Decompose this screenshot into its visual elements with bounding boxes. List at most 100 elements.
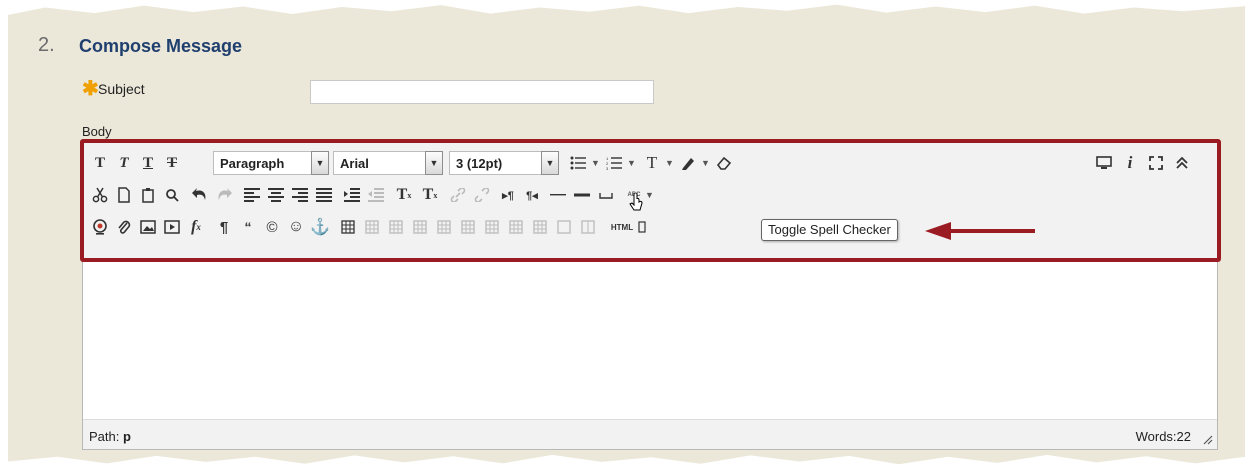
subject-input[interactable] — [310, 80, 654, 104]
justify-icon — [316, 188, 332, 202]
indent-button[interactable] — [341, 183, 363, 207]
mouse-cursor-icon — [629, 193, 643, 211]
align-center-button[interactable] — [265, 183, 287, 207]
collapse-toolbar-button[interactable] — [1171, 151, 1193, 175]
horizontal-rule-button[interactable] — [547, 183, 569, 207]
italic-button[interactable]: T — [113, 151, 135, 175]
css-button[interactable] — [637, 215, 647, 239]
chevron-down-icon: ▼ — [425, 151, 443, 175]
justify-button[interactable] — [313, 183, 335, 207]
required-star-icon: ✱ — [82, 78, 99, 100]
size-select-value: 3 (12pt) — [456, 155, 503, 171]
table-icon — [437, 220, 451, 234]
table-cell-props-button[interactable] — [385, 215, 407, 239]
section-title: Compose Message — [79, 36, 243, 56]
font-select-value: Arial — [340, 155, 369, 171]
paste-button[interactable] — [137, 183, 159, 207]
monitor-icon — [1096, 156, 1112, 169]
section-number: 2. — [38, 34, 55, 56]
insert-row-after-button[interactable] — [433, 215, 455, 239]
highlight-color-button[interactable] — [677, 151, 699, 175]
double-chevron-up-icon — [1176, 156, 1188, 169]
attach-file-button[interactable] — [113, 215, 135, 239]
image-icon — [140, 220, 156, 234]
numbered-list-caret-icon[interactable]: ▼ — [627, 158, 636, 168]
bullet-list-button[interactable] — [567, 151, 589, 175]
toolbar-row-3: fx ¶ “ © ☺ ⚓ HTML — [83, 213, 1217, 243]
table-icon — [389, 220, 403, 234]
indent-icon — [344, 188, 360, 202]
align-center-icon — [268, 188, 284, 202]
highlight-caret-icon[interactable]: ▼ — [701, 158, 710, 168]
text-color-caret-icon[interactable]: ▼ — [665, 158, 674, 168]
delete-col-button[interactable] — [529, 215, 551, 239]
delete-row-button[interactable] — [457, 215, 479, 239]
paragraph-select[interactable]: Paragraph ▼ — [213, 151, 329, 175]
redo-icon — [218, 188, 232, 200]
cell-icon — [581, 220, 595, 234]
info-icon[interactable]: i — [1119, 151, 1141, 175]
table-row-props-button[interactable] — [361, 215, 383, 239]
strikethrough-button[interactable]: T — [161, 151, 183, 175]
copy-icon — [118, 187, 130, 203]
insert-col-before-button[interactable] — [481, 215, 503, 239]
font-size-select[interactable]: 3 (12pt) ▼ — [449, 151, 559, 175]
superscript-button[interactable]: Tx — [393, 183, 415, 207]
path-indicator: Path: p — [89, 429, 131, 444]
webcam-icon — [93, 219, 107, 235]
text-color-button[interactable]: T — [641, 151, 663, 175]
insert-row-before-button[interactable] — [409, 215, 431, 239]
show-blocks-button[interactable]: ¶ — [213, 215, 235, 239]
undo-button[interactable] — [189, 183, 211, 207]
anchor-button[interactable]: ⚓ — [309, 215, 331, 239]
align-right-button[interactable] — [289, 183, 311, 207]
emoticon-button[interactable]: ☺ — [285, 215, 307, 239]
cut-button[interactable] — [89, 183, 111, 207]
cell-icon — [557, 220, 571, 234]
redo-button[interactable] — [213, 183, 235, 207]
insert-col-after-button[interactable] — [505, 215, 527, 239]
clear-formatting-button[interactable] — [713, 151, 735, 175]
bullet-list-caret-icon[interactable]: ▼ — [591, 158, 600, 168]
insert-table-button[interactable] — [337, 215, 359, 239]
nonbreaking-space-button[interactable] — [595, 183, 617, 207]
path-label: Path: — [89, 429, 120, 444]
path-value[interactable]: p — [123, 429, 131, 444]
math-equation-button[interactable]: fx — [185, 215, 207, 239]
blockquote-button[interactable]: “ — [237, 215, 259, 239]
svg-text:3: 3 — [606, 166, 609, 170]
html-source-button[interactable]: HTML — [607, 215, 637, 239]
split-cells-button[interactable] — [553, 215, 575, 239]
bold-button[interactable]: T — [89, 151, 111, 175]
fullscreen-button[interactable] — [1145, 151, 1167, 175]
outdent-button[interactable] — [365, 183, 387, 207]
ltr-button[interactable]: ▸¶ — [497, 183, 519, 207]
bullet-list-icon — [570, 156, 586, 170]
code-icon — [638, 221, 646, 233]
numbered-list-icon: 123 — [606, 156, 622, 170]
rtl-button[interactable]: ¶◂ — [521, 183, 543, 207]
preview-button[interactable] — [1093, 151, 1115, 175]
mashup-button[interactable] — [89, 215, 111, 239]
spell-check-caret-icon[interactable]: ▼ — [645, 190, 654, 200]
link-button[interactable] — [447, 183, 469, 207]
thick-rule-button[interactable] — [571, 183, 593, 207]
copy-button[interactable] — [113, 183, 135, 207]
special-character-button[interactable]: © — [261, 215, 283, 239]
resize-handle-icon[interactable] — [1203, 435, 1213, 445]
table-icon — [341, 220, 355, 234]
numbered-list-button[interactable]: 123 — [603, 151, 625, 175]
unlink-button[interactable] — [471, 183, 493, 207]
outdent-icon — [368, 188, 384, 202]
insert-media-button[interactable] — [161, 215, 183, 239]
toggle-spell-checker-tooltip: Toggle Spell Checker — [761, 219, 898, 241]
toolbar-row-2: Tx Tx ▸¶ ¶◂ ABC ▼ — [83, 181, 1217, 211]
font-family-select[interactable]: Arial ▼ — [333, 151, 443, 175]
merge-cells-button[interactable] — [577, 215, 599, 239]
align-left-button[interactable] — [241, 183, 263, 207]
underline-button[interactable]: T — [137, 151, 159, 175]
clipboard-icon — [142, 188, 154, 203]
insert-image-button[interactable] — [137, 215, 159, 239]
find-button[interactable] — [161, 183, 183, 207]
subscript-button[interactable]: Tx — [419, 183, 441, 207]
